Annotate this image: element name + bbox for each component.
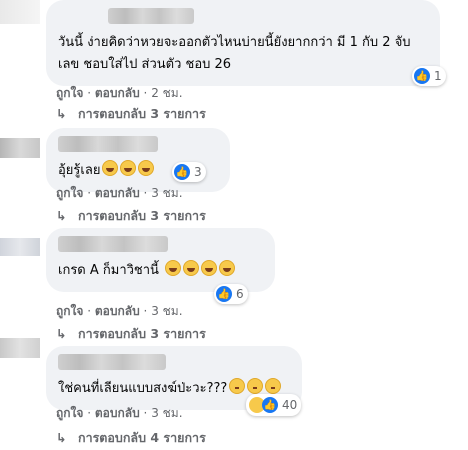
reply-arrow-icon: ↳ bbox=[56, 326, 67, 341]
reply-link[interactable]: ตอบกลับ bbox=[95, 186, 140, 200]
rofl-emoji-icon bbox=[201, 260, 218, 276]
blurred-avatar-strip bbox=[0, 338, 40, 358]
comment-time[interactable]: 3 ชม. bbox=[151, 304, 182, 318]
reaction-count: 40 bbox=[282, 398, 298, 412]
comment-actions: ถูกใจ · ตอบกลับ · 3 ชม. bbox=[56, 186, 183, 200]
comment-actions: ถูกใจ · ตอบกลับ · 3 ชม. bbox=[56, 304, 183, 318]
comment: เกรด A ก็มาวิชานี้ bbox=[46, 228, 275, 292]
comment: วันนี้ ง่ายคิดว่าหวยจะออกตัวไหนบ่ายนี้ยั… bbox=[46, 0, 440, 86]
reply-arrow-icon: ↳ bbox=[56, 208, 67, 223]
grin-emoji-icon bbox=[138, 160, 155, 176]
thinking-emoji-icon bbox=[265, 378, 282, 394]
rofl-emoji-icon bbox=[183, 260, 200, 276]
thumbs-up-icon: 👍 bbox=[216, 286, 232, 302]
reaction-count: 3 bbox=[194, 165, 202, 179]
view-replies-link[interactable]: ↳ การตอบกลับ 4 รายการ bbox=[56, 428, 206, 448]
rofl-emoji-icon bbox=[165, 260, 182, 276]
blurred-author-name bbox=[58, 354, 166, 370]
comment: อุ้ยรู้เลย bbox=[46, 128, 230, 192]
rofl-emoji-icon bbox=[219, 260, 236, 276]
reaction-summary[interactable]: 👍 40 bbox=[246, 394, 302, 416]
reply-link[interactable]: ตอบกลับ bbox=[95, 86, 140, 100]
blurred-author-name bbox=[58, 236, 168, 252]
reply-link[interactable]: ตอบกลับ bbox=[95, 304, 140, 318]
grin-emoji-icon bbox=[120, 160, 137, 176]
view-replies-link[interactable]: ↳ การตอบกลับ 3 รายการ bbox=[56, 206, 206, 226]
thumbs-up-icon: 👍 bbox=[174, 164, 190, 180]
comment-time[interactable]: 3 ชม. bbox=[151, 186, 182, 200]
like-link[interactable]: ถูกใจ bbox=[56, 86, 83, 100]
comment-bubble: เกรด A ก็มาวิชานี้ bbox=[46, 228, 275, 292]
grin-emoji-icon bbox=[102, 160, 119, 176]
blurred-avatar-strip bbox=[0, 138, 40, 158]
blurred-avatar-strip bbox=[0, 238, 40, 256]
blurred-avatar-strip bbox=[0, 0, 40, 24]
reply-link[interactable]: ตอบกลับ bbox=[95, 406, 140, 420]
comment-bubble: วันนี้ ง่ายคิดว่าหวยจะออกตัวไหนบ่ายนี้ยั… bbox=[46, 0, 440, 86]
reply-arrow-icon: ↳ bbox=[56, 106, 67, 121]
reaction-summary[interactable]: 👍 6 bbox=[214, 284, 248, 304]
reaction-summary[interactable]: 👍 3 bbox=[172, 162, 206, 182]
comment-actions: ถูกใจ · ตอบกลับ · 3 ชม. bbox=[56, 406, 183, 420]
comment-time[interactable]: 3 ชม. bbox=[151, 406, 182, 420]
comment-text: เกรด A ก็มาวิชานี้ bbox=[58, 260, 263, 282]
comment-time[interactable]: 2 ชม. bbox=[151, 86, 182, 100]
thinking-emoji-icon bbox=[229, 378, 246, 394]
comment-actions: ถูกใจ · ตอบกลับ · 2 ชม. bbox=[56, 86, 183, 100]
reply-arrow-icon: ↳ bbox=[56, 430, 67, 445]
thinking-emoji-icon bbox=[247, 378, 264, 394]
reaction-count: 1 bbox=[434, 69, 442, 83]
like-link[interactable]: ถูกใจ bbox=[56, 406, 83, 420]
like-link[interactable]: ถูกใจ bbox=[56, 186, 83, 200]
thumbs-up-icon: 👍 bbox=[414, 68, 430, 84]
reaction-summary[interactable]: 👍 1 bbox=[412, 66, 446, 86]
comment-bubble: อุ้ยรู้เลย bbox=[46, 128, 230, 192]
thumbs-up-icon: 👍 bbox=[262, 397, 278, 413]
blurred-author-name bbox=[108, 8, 194, 24]
like-link[interactable]: ถูกใจ bbox=[56, 304, 83, 318]
view-replies-link[interactable]: ↳ การตอบกลับ 3 รายการ bbox=[56, 324, 206, 344]
view-replies-link[interactable]: ↳ การตอบกลับ 3 รายการ bbox=[56, 104, 206, 124]
comment-text: วันนี้ ง่ายคิดว่าหวยจะออกตัวไหนบ่ายนี้ยั… bbox=[58, 35, 411, 72]
reaction-count: 6 bbox=[236, 287, 244, 301]
blurred-author-name bbox=[58, 136, 158, 152]
